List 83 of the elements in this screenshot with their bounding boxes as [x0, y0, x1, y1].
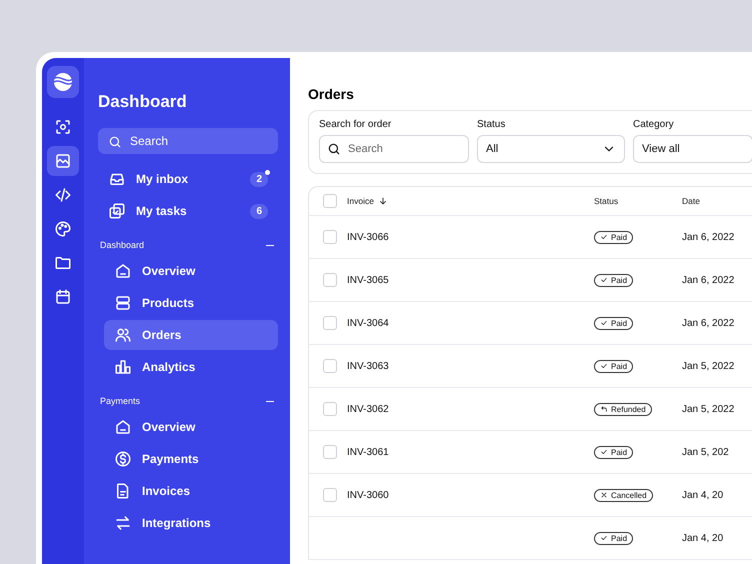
row-checkbox[interactable] — [323, 273, 337, 287]
row-checkbox[interactable] — [323, 359, 337, 373]
status-badge: Refunded — [594, 402, 652, 416]
nav-item[interactable]: Overview — [104, 412, 278, 442]
nav-item[interactable]: Payments — [104, 444, 278, 474]
date-cell-text: Jan 6, 2022 — [682, 318, 736, 328]
home-icon — [114, 418, 132, 436]
column-header: Date — [682, 196, 701, 206]
status-dropdown[interactable]: All — [477, 135, 625, 163]
category-dropdown[interactable]: View all — [633, 135, 752, 163]
invoice-number: INV-3066 — [347, 232, 389, 242]
nav-item[interactable]: My tasks 6 — [98, 196, 278, 226]
section-label: Payments — [100, 396, 140, 406]
dollar-icon — [114, 450, 132, 468]
invoice-number: INV-3060 — [347, 490, 389, 500]
nav-item[interactable]: Orders — [104, 320, 278, 350]
status-badge: Cancelled — [594, 488, 653, 502]
invoice-number: INV-3062 — [347, 404, 389, 414]
column-header[interactable]: Invoice — [347, 196, 388, 206]
date-cell-text: Jan 5, 2022 — [682, 404, 736, 414]
bar-chart-icon — [114, 358, 132, 376]
invoice-number: INV-3063 — [347, 360, 389, 372]
image-icon — [54, 152, 72, 170]
select-all-checkbox[interactable] — [323, 194, 337, 208]
field-label: Category — [633, 119, 675, 130]
nav-item[interactable]: Products — [104, 288, 278, 318]
section-label: Dashboard — [100, 240, 144, 250]
status-badge: Paid — [594, 446, 634, 458]
rail-button[interactable] — [47, 146, 79, 176]
nav-item[interactable]: Invoices — [104, 476, 278, 506]
row-checkbox[interactable] — [323, 316, 337, 330]
sidebar-title: Dashboard — [98, 92, 188, 112]
search-icon — [327, 142, 341, 156]
status-badge: Paid — [594, 532, 634, 544]
palette-icon — [54, 220, 72, 238]
row-checkbox[interactable] — [323, 230, 337, 244]
folder-icon — [54, 254, 72, 272]
users-icon — [114, 326, 132, 344]
check-icon — [600, 534, 608, 542]
calendar-icon — [54, 288, 72, 306]
code-icon — [54, 186, 72, 204]
nav-item[interactable]: My inbox 2 — [98, 164, 278, 194]
page-title: Orders — [308, 86, 355, 102]
status-badge: Paid — [594, 230, 634, 244]
nav-item[interactable]: Analytics — [104, 352, 278, 382]
check-icon — [600, 233, 608, 241]
date-cell-text: Jan 4, 20 — [682, 532, 724, 544]
status-badge: Paid — [594, 316, 634, 330]
column-header: Status — [594, 196, 620, 206]
field-label: Search for order — [319, 119, 392, 130]
date-cell-text: Jan 5, 202 — [682, 446, 730, 458]
stack-icon — [114, 294, 132, 312]
scan-icon — [54, 118, 72, 136]
check-icon — [600, 319, 608, 327]
status-badge: Paid — [594, 360, 634, 372]
search-icon — [108, 135, 122, 149]
check-icon — [600, 448, 608, 456]
nav-item[interactable]: Integrations — [104, 508, 278, 538]
date-cell-text: Jan 5, 2022 — [682, 360, 736, 372]
date-cell-text: Jan 6, 2022 — [682, 232, 736, 242]
count-badge: 6 — [250, 204, 268, 218]
invoice-number: INV-3065 — [347, 274, 389, 286]
check-icon — [600, 276, 608, 284]
check-icon — [600, 362, 608, 370]
order-search-field[interactable]: Search — [319, 135, 469, 163]
row-checkbox[interactable] — [323, 402, 337, 416]
return-arrow-icon — [600, 405, 608, 413]
nav-item[interactable]: Overview — [104, 256, 278, 286]
status-badge: Paid — [594, 274, 634, 286]
row-checkbox[interactable] — [323, 488, 337, 502]
date-cell-text: Jan 6, 2022 — [682, 274, 736, 286]
count-badge: 2 — [250, 172, 268, 186]
tasks-icon — [108, 202, 126, 220]
field-label: Status — [477, 119, 506, 130]
home-icon — [114, 262, 132, 280]
invoice-number: INV-3064 — [347, 318, 389, 328]
invoice-number: INV-3061 — [347, 446, 389, 458]
sort-arrow-icon — [378, 196, 388, 206]
date-cell-text: Jan 4, 20 — [682, 490, 724, 500]
cross-icon — [600, 491, 608, 499]
swap-icon — [114, 514, 132, 532]
sidebar-search-field[interactable]: Search — [98, 128, 278, 154]
row-checkbox[interactable] — [323, 445, 337, 459]
